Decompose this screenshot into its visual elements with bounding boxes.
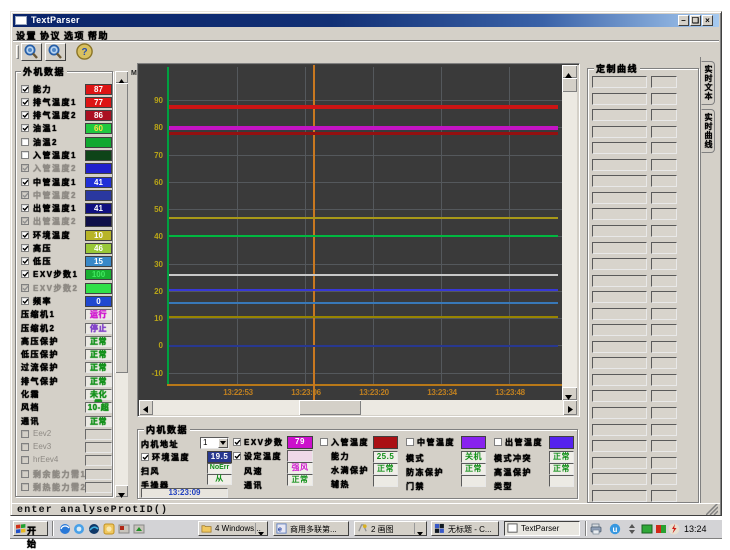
svg-text:u: u [613,525,618,534]
svg-text:?: ? [81,47,87,58]
svg-text:e: e [278,524,282,533]
